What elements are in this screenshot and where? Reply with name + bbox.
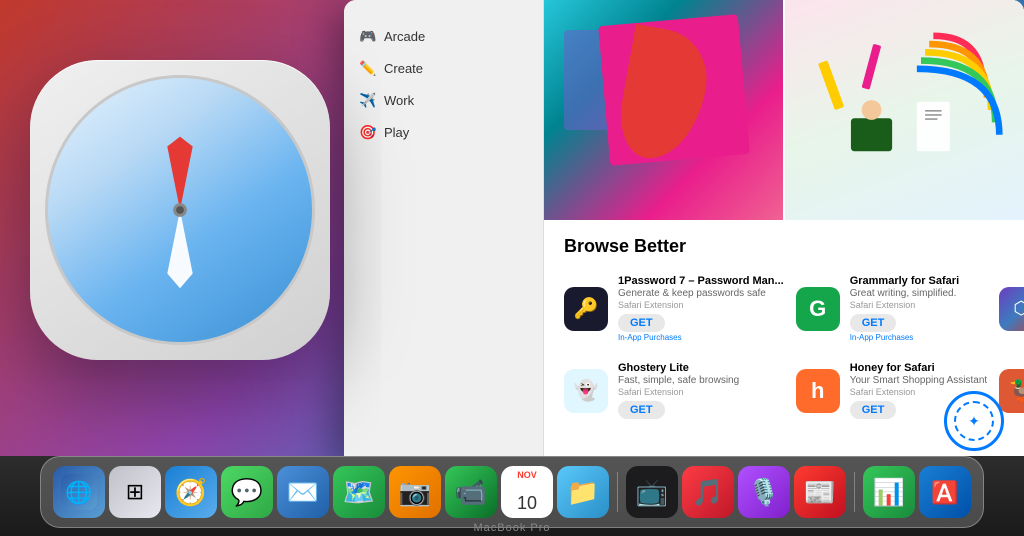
grammarly-name: Grammarly for Safari — [850, 275, 988, 287]
dock-icon-appletv[interactable]: 📺 — [626, 466, 678, 518]
section-title: Browse Better — [564, 236, 1004, 257]
grammarly-info: Grammarly for Safari Great writing, simp… — [850, 275, 988, 342]
dock-icon-appstore[interactable]: 🅰️ — [919, 466, 971, 518]
1password-in-app: In-App Purchases — [618, 333, 784, 342]
ghostery-category: Safari Extension — [618, 387, 784, 397]
cursor-inner-circle: ✦ — [954, 401, 994, 441]
sidebar-item-arcade[interactable]: 🎮 Arcade — [344, 20, 543, 52]
dock-icon-photos[interactable]: 📷 — [389, 466, 441, 518]
dock-separator-2 — [854, 472, 855, 512]
dock-icon-facetime[interactable]: 📹 — [445, 466, 497, 518]
finder-icon: 🌐 — [61, 474, 97, 510]
app-item-1password[interactable]: 🔑 1Password 7 – Password Man... Generate… — [564, 271, 784, 346]
hero-section — [544, 0, 1024, 220]
dock-icon-numbers[interactable]: 📊 — [863, 466, 915, 518]
dock-icon-podcasts[interactable]: 🎙️ — [738, 466, 790, 518]
svg-text:🅰️: 🅰️ — [931, 480, 958, 505]
dock-icon-mail[interactable]: ✉️ — [277, 466, 329, 518]
1password-category: Safari Extension — [618, 300, 784, 310]
bottom-bar: 🌐 ⊞ 🧭 💬 ✉️ 🗺️ 📷 📹 NOV 10 📁 📺 🎵 🎙️ 📰 📊 🅰️… — [0, 456, 1024, 536]
create-label: Create — [384, 61, 423, 76]
1password-name: 1Password 7 – Password Man... — [618, 275, 784, 287]
dock-separator — [617, 472, 618, 512]
1blocker-icon: ⬡ — [999, 287, 1024, 331]
app-item-ghostery[interactable]: 👻 Ghostery Lite Fast, simple, safe brows… — [564, 358, 784, 423]
macbook-label: MacBook Pro — [473, 522, 550, 534]
grammarly-subtitle: Great writing, simplified. — [850, 288, 988, 299]
play-label: Play — [384, 125, 409, 140]
safari-icon-container — [30, 60, 350, 380]
work-icon: ✈️ — [360, 92, 376, 108]
1password-icon: 🔑 — [564, 287, 608, 331]
svg-text:🌐: 🌐 — [65, 480, 92, 505]
appstore-icon: 🅰️ — [929, 476, 961, 508]
grammarly-in-app: In-App Purchases — [850, 333, 988, 342]
app-item-1blocker[interactable]: ⬡ 1Blocker for Safari Block ads, tracker… — [999, 271, 1024, 346]
dock-icon-music[interactable]: 🎵 — [682, 466, 734, 518]
ghostery-name: Ghostery Lite — [618, 362, 784, 374]
grammarly-category: Safari Extension — [850, 300, 988, 310]
1password-get-btn[interactable]: GET — [618, 314, 665, 332]
arcade-label: Arcade — [384, 29, 425, 44]
1password-subtitle: Generate & keep passwords safe — [618, 288, 784, 299]
sidebar-item-play[interactable]: 🎯 Play — [344, 116, 543, 148]
app-store-sidebar: 🎮 Arcade ✏️ Create ✈️ Work 🎯 Play — [344, 0, 544, 460]
dock: 🌐 ⊞ 🧭 💬 ✉️ 🗺️ 📷 📹 NOV 10 📁 📺 🎵 🎙️ 📰 📊 🅰️ — [40, 456, 984, 528]
app-store-window: 🎮 Arcade ✏️ Create ✈️ Work 🎯 Play — [344, 0, 1024, 460]
sidebar-item-work[interactable]: ✈️ Work — [344, 84, 543, 116]
cursor-outer-circle: ✦ — [944, 391, 1004, 451]
ghostery-info: Ghostery Lite Fast, simple, safe browsin… — [618, 362, 784, 419]
dock-icon-launchpad[interactable]: ⊞ — [109, 466, 161, 518]
work-label: Work — [384, 93, 414, 108]
cursor-symbol: ✦ — [968, 413, 980, 430]
safari-compass-face — [45, 75, 315, 345]
honey-icon: h — [796, 369, 840, 413]
honey-subtitle: Your Smart Shopping Assistant — [850, 375, 988, 386]
dock-icon-news[interactable]: 📰 — [794, 466, 846, 518]
sidebar-item-create[interactable]: ✏️ Create — [344, 52, 543, 84]
create-icon: ✏️ — [360, 60, 376, 76]
ghostery-get-btn[interactable]: GET — [618, 401, 665, 419]
honey-get-btn[interactable]: GET — [850, 401, 897, 419]
honey-name: Honey for Safari — [850, 362, 988, 374]
hero-banner-1[interactable] — [544, 0, 783, 220]
safari-app-icon[interactable] — [30, 60, 330, 360]
dock-icon-finder[interactable]: 🌐 — [53, 466, 105, 518]
dock-icon-messages[interactable]: 💬 — [221, 466, 273, 518]
dock-icon-safari[interactable]: 🧭 — [165, 466, 217, 518]
banner2-decoration — [785, 0, 1024, 220]
grammarly-icon: G — [796, 287, 840, 331]
1password-info: 1Password 7 – Password Man... Generate &… — [618, 275, 784, 342]
dock-icon-files[interactable]: 📁 — [557, 466, 609, 518]
accessibility-cursor-icon: ✦ — [944, 391, 1004, 451]
safari-needle-svg — [48, 78, 312, 342]
app-item-grammarly[interactable]: G Grammarly for Safari Great writing, si… — [796, 271, 988, 346]
hero-banner-2[interactable] — [785, 0, 1024, 220]
dock-icon-calendar[interactable]: NOV 10 — [501, 466, 553, 518]
ghostery-subtitle: Fast, simple, safe browsing — [618, 375, 784, 386]
ghostery-icon: 👻 — [564, 369, 608, 413]
dock-icon-maps[interactable]: 🗺️ — [333, 466, 385, 518]
grammarly-get-btn[interactable]: GET — [850, 314, 897, 332]
app-grid: 🔑 1Password 7 – Password Man... Generate… — [564, 271, 1004, 423]
arcade-icon: 🎮 — [360, 28, 376, 44]
play-icon: 🎯 — [360, 124, 376, 140]
